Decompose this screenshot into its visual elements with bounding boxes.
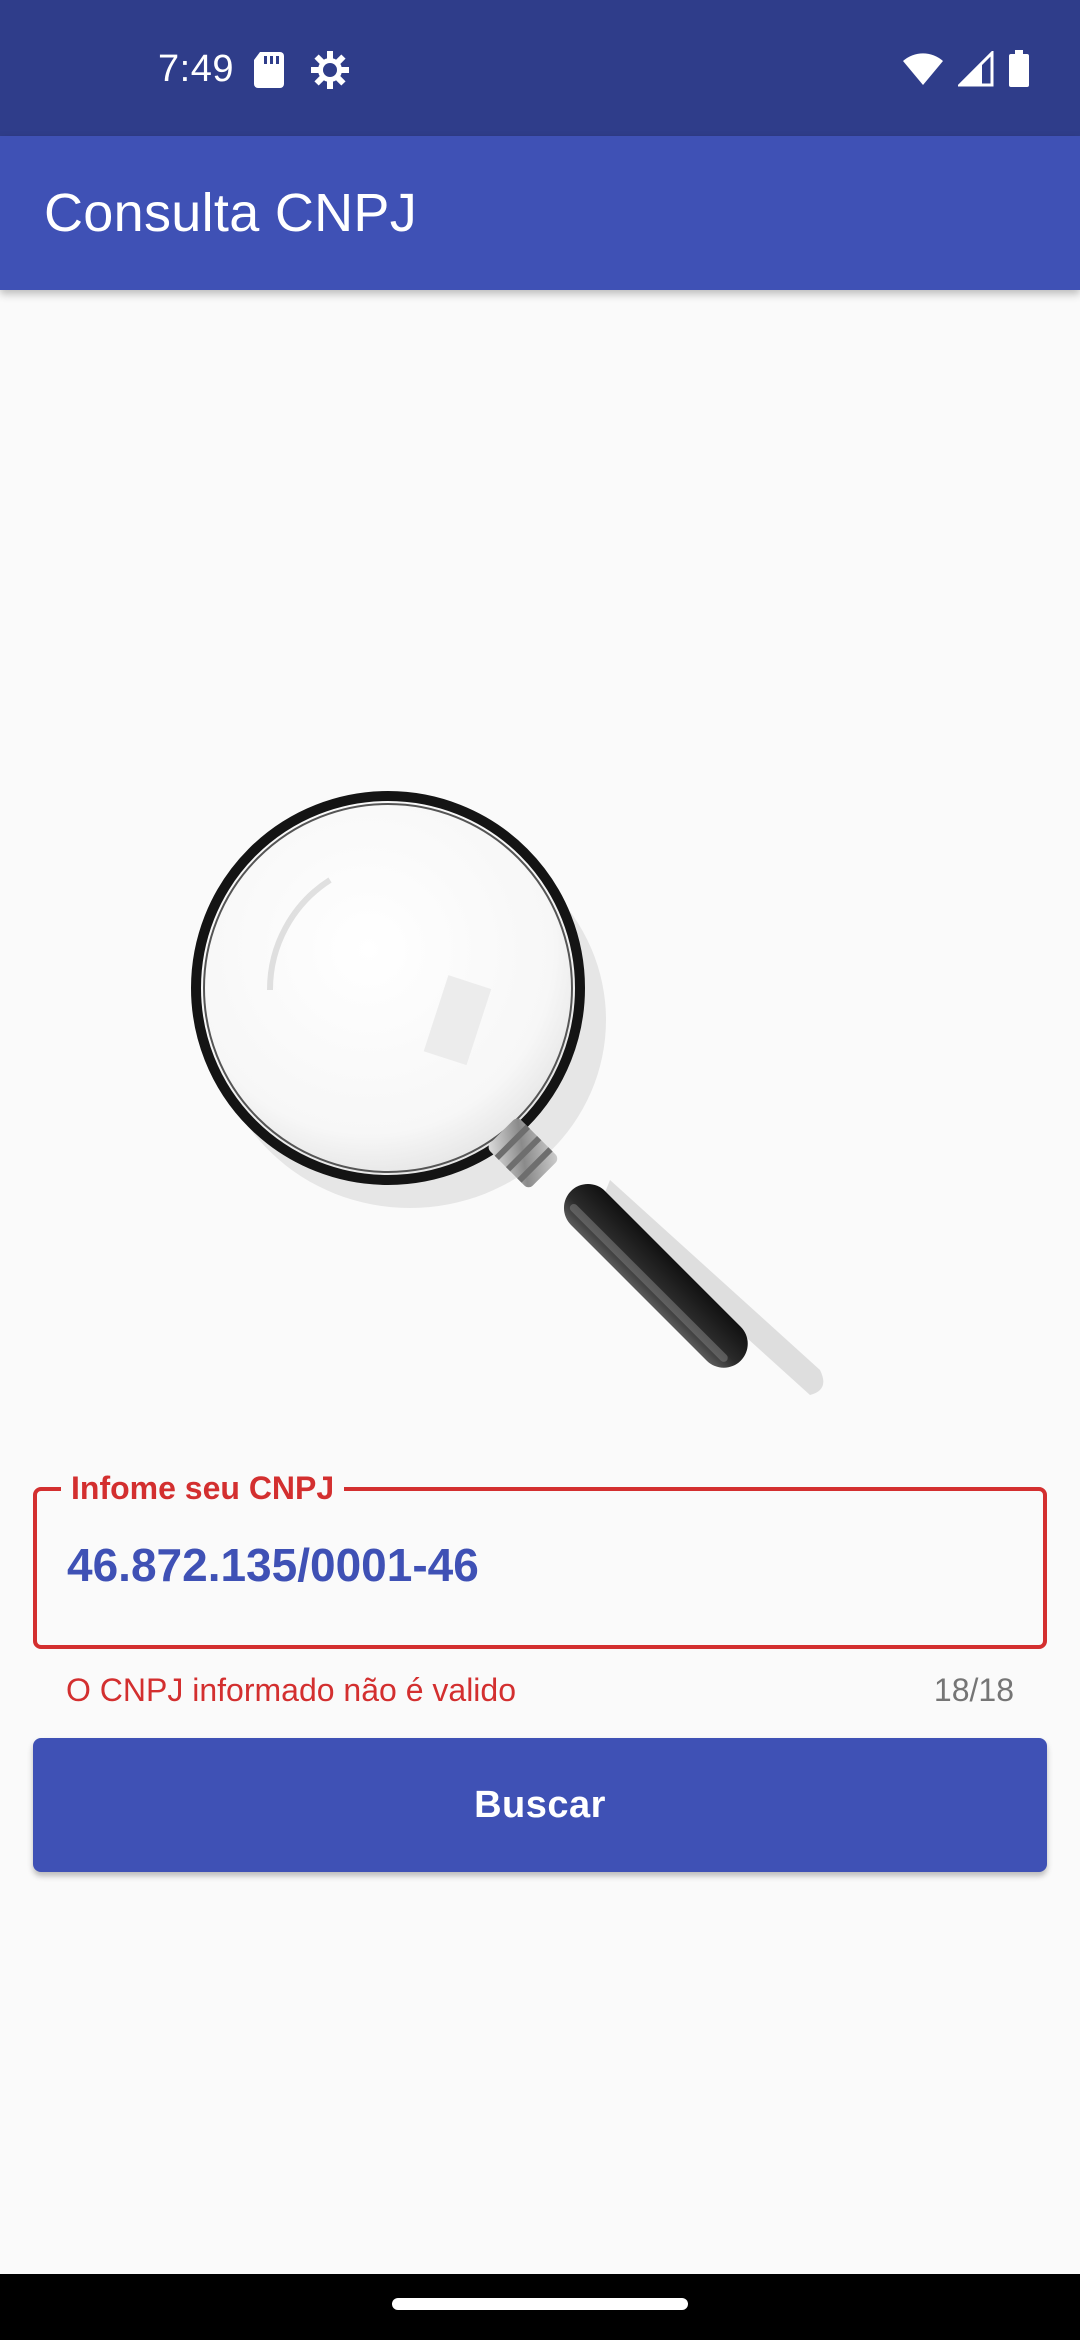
page-title: Consulta CNPJ	[44, 183, 418, 243]
field-helper-row: O CNPJ informado não é valido 18/18	[66, 1668, 1014, 1712]
status-bar: 7:49	[0, 0, 1080, 136]
status-left-icons	[252, 50, 350, 95]
app-bar: Consulta CNPJ	[0, 136, 1080, 290]
sd-card-icon	[252, 50, 286, 95]
signal-icon	[956, 49, 994, 92]
magnifying-glass-icon	[180, 780, 840, 1420]
status-time: 7:49	[158, 48, 234, 90]
settings-gear-icon	[310, 50, 350, 95]
status-right-icons	[902, 49, 1030, 93]
navigation-bar	[0, 2274, 1080, 2340]
cnpj-input[interactable]	[67, 1535, 967, 1595]
error-message: O CNPJ informado não é valido	[66, 1671, 516, 1708]
cnpj-field[interactable]: Infome seu CNPJ	[33, 1469, 1047, 1649]
search-button[interactable]: Buscar	[33, 1738, 1047, 1872]
cnpj-field-label: Infome seu CNPJ	[61, 1469, 345, 1507]
battery-icon	[1008, 50, 1030, 93]
character-counter: 18/18	[933, 1671, 1014, 1708]
home-gesture-handle[interactable]	[392, 2298, 688, 2310]
wifi-icon	[902, 52, 944, 91]
